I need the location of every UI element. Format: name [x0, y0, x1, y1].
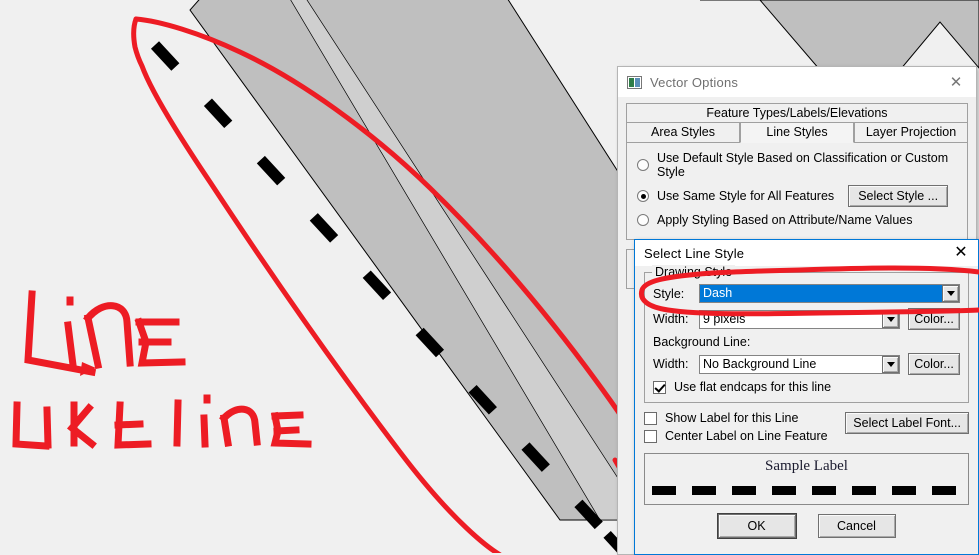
vector-options-titlebar[interactable]: Vector Options ✕ [618, 67, 976, 97]
show-label-row[interactable]: Show Label for this Line [644, 411, 845, 425]
select-line-style-button-row: OK Cancel [644, 514, 969, 538]
label-checkbox-column: Show Label for this Line Center Label on… [644, 411, 845, 447]
tab-page-line-styles: Use Default Style Based on Classificatio… [626, 142, 968, 240]
flat-endcaps-label: Use flat endcaps for this line [674, 380, 832, 394]
radio-default-style-label: Use Default Style Based on Classificatio… [657, 151, 949, 179]
style-combobox-value: Dash [700, 285, 942, 302]
select-style-button[interactable]: Select Style ... [848, 185, 949, 207]
flat-endcaps-checkbox[interactable] [653, 380, 666, 394]
show-label-checkbox[interactable] [644, 411, 657, 425]
vector-layer-icon [627, 75, 642, 89]
style-field-row: Style: Dash [653, 284, 960, 303]
preview-dashed-line [652, 486, 961, 495]
tab-feature-types[interactable]: Feature Types/Labels/Elevations [626, 103, 968, 123]
radio-same-style-label: Use Same Style for All Features [657, 189, 835, 203]
tab-layer-projection[interactable]: Layer Projection [854, 122, 968, 143]
width-label: Width: [653, 312, 689, 326]
radio-row-attribute-style[interactable]: Apply Styling Based on Attribute/Name Va… [637, 213, 957, 227]
radio-same-style-icon[interactable] [637, 190, 649, 202]
background-width-label: Width: [653, 357, 689, 371]
background-width-combobox[interactable]: No Background Line [699, 354, 900, 374]
ok-button[interactable]: OK [717, 514, 796, 538]
select-label-font-button[interactable]: Select Label Font... [845, 412, 969, 434]
flat-endcaps-row[interactable]: Use flat endcaps for this line [653, 380, 960, 394]
radio-row-default-style[interactable]: Use Default Style Based on Classificatio… [637, 151, 957, 179]
center-label-label: Center Label on Line Feature [665, 429, 828, 443]
line-style-preview: Sample Label [644, 453, 969, 505]
tab-area-styles[interactable]: Area Styles [626, 122, 740, 143]
background-width-combobox-value: No Background Line [703, 356, 817, 371]
cancel-button[interactable]: Cancel [817, 514, 896, 538]
select-line-style-dialog[interactable]: Select Line Style ✕ Drawing Style Style:… [634, 239, 979, 555]
label-options-area: Show Label for this Line Center Label on… [644, 411, 969, 447]
show-label-label: Show Label for this Line [665, 411, 799, 425]
tab-row-main: Area Styles Line Styles Layer Projection [626, 122, 968, 143]
style-combobox[interactable]: Dash [699, 284, 960, 303]
select-line-style-body: Drawing Style Style: Dash Width: 9 pixel… [635, 265, 978, 538]
chevron-down-icon[interactable] [882, 310, 899, 328]
close-icon[interactable]: ✕ [936, 67, 976, 97]
select-line-style-title: Select Line Style [644, 245, 745, 261]
tab-line-styles[interactable]: Line Styles [740, 122, 854, 143]
width-field-row: Width: 9 pixels Color... [653, 308, 960, 330]
background-color-button[interactable]: Color... [908, 353, 960, 375]
vector-options-title: Vector Options [650, 74, 739, 90]
tabstrip: Feature Types/Labels/Elevations Area Sty… [626, 103, 968, 143]
style-label: Style: [653, 286, 685, 301]
select-line-style-titlebar[interactable]: Select Line Style ✕ [635, 240, 978, 266]
width-combobox-value: 9 pixels [703, 311, 746, 326]
drawing-style-groupbox: Drawing Style Style: Dash Width: 9 pixel… [644, 265, 969, 403]
radio-row-same-style[interactable]: Use Same Style for All Features Select S… [637, 185, 957, 207]
radio-attribute-style-icon[interactable] [637, 214, 649, 226]
width-combobox[interactable]: 9 pixels [699, 309, 900, 329]
center-label-row[interactable]: Center Label on Line Feature [644, 429, 845, 443]
drawing-style-legend: Drawing Style [652, 265, 736, 279]
tab-row-top: Feature Types/Labels/Elevations [626, 103, 968, 123]
sample-label-text: Sample Label [765, 458, 848, 474]
center-label-checkbox[interactable] [644, 429, 657, 443]
background-line-label: Background Line: [653, 335, 751, 349]
line-color-button[interactable]: Color... [908, 308, 960, 330]
radio-default-style-icon[interactable] [637, 159, 649, 171]
chevron-down-icon[interactable] [882, 355, 899, 373]
chevron-down-icon[interactable] [942, 285, 959, 302]
background-width-field-row: Width: No Background Line Color... [653, 353, 960, 375]
radio-attribute-style-label: Apply Styling Based on Attribute/Name Va… [657, 213, 913, 227]
close-icon[interactable]: ✕ [944, 240, 978, 266]
